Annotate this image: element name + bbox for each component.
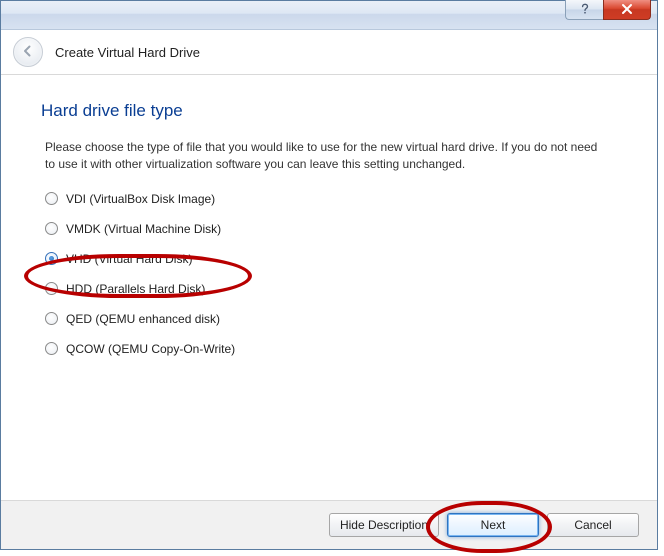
radio-icon xyxy=(45,192,58,205)
cancel-button[interactable]: Cancel xyxy=(547,513,639,537)
page-heading: Hard drive file type xyxy=(41,101,623,121)
wizard-footer: Hide Description Next Cancel xyxy=(1,500,657,549)
option-label: VMDK (Virtual Machine Disk) xyxy=(66,222,221,236)
help-button[interactable] xyxy=(565,0,603,20)
close-button[interactable] xyxy=(603,0,651,20)
question-icon xyxy=(580,3,590,17)
window-control-group xyxy=(565,0,651,29)
back-button[interactable] xyxy=(13,37,43,67)
file-type-options: VDI (VirtualBox Disk Image) VMDK (Virtua… xyxy=(45,192,623,356)
radio-icon xyxy=(45,222,58,235)
radio-icon xyxy=(45,342,58,355)
option-vdi[interactable]: VDI (VirtualBox Disk Image) xyxy=(45,192,623,206)
option-label: HDD (Parallels Hard Disk) xyxy=(66,282,205,296)
hide-description-button[interactable]: Hide Description xyxy=(329,513,439,537)
wizard-title: Create Virtual Hard Drive xyxy=(55,45,200,60)
wizard-dialog: Create Virtual Hard Drive Hard drive fil… xyxy=(0,0,658,550)
wizard-body: Hard drive file type Please choose the t… xyxy=(1,75,657,500)
next-button[interactable]: Next xyxy=(447,513,539,537)
option-label: VHD (Virtual Hard Disk) xyxy=(66,252,192,266)
wizard-header: Create Virtual Hard Drive xyxy=(1,30,657,75)
option-hdd[interactable]: HDD (Parallels Hard Disk) xyxy=(45,282,623,296)
arrow-left-icon xyxy=(21,44,35,61)
radio-icon xyxy=(45,282,58,295)
option-vmdk[interactable]: VMDK (Virtual Machine Disk) xyxy=(45,222,623,236)
radio-icon xyxy=(45,312,58,325)
option-label: QED (QEMU enhanced disk) xyxy=(66,312,220,326)
option-vhd[interactable]: VHD (Virtual Hard Disk) xyxy=(45,252,623,266)
option-label: VDI (VirtualBox Disk Image) xyxy=(66,192,215,206)
option-label: QCOW (QEMU Copy-On-Write) xyxy=(66,342,235,356)
option-qcow[interactable]: QCOW (QEMU Copy-On-Write) xyxy=(45,342,623,356)
page-description: Please choose the type of file that you … xyxy=(45,139,605,174)
radio-icon xyxy=(45,252,58,265)
option-qed[interactable]: QED (QEMU enhanced disk) xyxy=(45,312,623,326)
close-icon xyxy=(620,2,634,18)
titlebar xyxy=(1,1,657,30)
